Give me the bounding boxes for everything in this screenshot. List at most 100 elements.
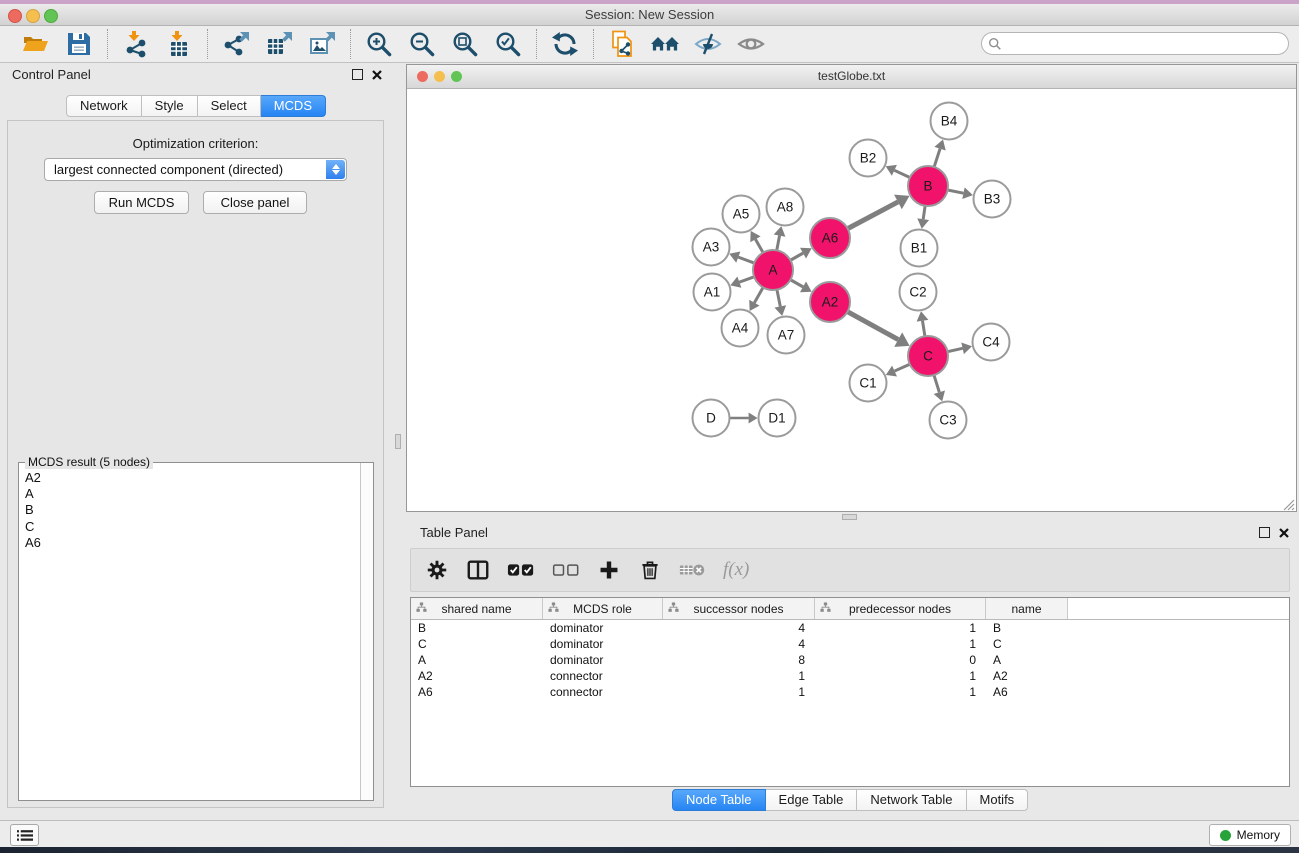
task-history-button[interactable] [10, 824, 39, 846]
table-cell: 0 [815, 653, 986, 667]
select-all-rows-button[interactable] [507, 557, 535, 583]
column-header-predecessor-nodes[interactable]: predecessor nodes [815, 598, 986, 619]
search-input[interactable] [1006, 35, 1282, 52]
zoom-out-button[interactable] [407, 29, 437, 59]
function-builder-button[interactable]: f(x) [723, 557, 749, 583]
zoom-in-button[interactable] [364, 29, 394, 59]
table-panel-header: Table Panel [398, 520, 1299, 546]
run-mcds-button[interactable]: Run MCDS [94, 191, 189, 214]
add-column-button[interactable] [597, 557, 621, 583]
graph-edge-A-A7 [777, 290, 780, 307]
graph-edge-C-C3 [934, 375, 939, 392]
table-row[interactable]: Adominator80A [411, 652, 1289, 668]
close-panel-button[interactable]: Close panel [203, 191, 307, 214]
graph-arrowhead [749, 413, 758, 424]
result-item[interactable]: A [25, 486, 361, 502]
graph-node-label: A8 [777, 200, 794, 215]
clone-network-button[interactable] [607, 29, 637, 59]
result-list-scrollbar[interactable] [360, 463, 373, 800]
save-button[interactable] [64, 29, 94, 59]
hide-graphics-details-button[interactable] [693, 29, 723, 59]
graph-edge-B-B1 [923, 206, 925, 219]
zoom-fit-button[interactable] [450, 29, 480, 59]
toggle-columns-button[interactable] [466, 557, 490, 583]
network-window-title: testGlobe.txt [407, 65, 1296, 88]
import-network-button[interactable] [121, 29, 151, 59]
main-toolbar [0, 26, 1299, 63]
close-panel-icon[interactable] [372, 70, 382, 80]
table-row[interactable]: A6connector11A6 [411, 684, 1289, 700]
header-filler [1068, 598, 1289, 619]
result-item[interactable]: C [25, 519, 361, 535]
tab-motifs[interactable]: Motifs [967, 789, 1029, 811]
graph-node-label: A4 [732, 321, 749, 336]
deselect-all-rows-button[interactable] [552, 557, 580, 583]
column-header-name[interactable]: name [986, 598, 1068, 619]
result-item[interactable]: A6 [25, 535, 361, 551]
settings-gear-button[interactable] [425, 557, 449, 583]
float-table-panel-icon[interactable] [1259, 527, 1270, 538]
memory-button[interactable]: Memory [1209, 824, 1291, 846]
tab-node-table[interactable]: Node Table [672, 789, 766, 811]
home-button[interactable] [650, 29, 680, 59]
table-cell: A6 [986, 685, 1068, 699]
result-item[interactable]: A2 [25, 470, 361, 486]
tab-edge-table[interactable]: Edge Table [766, 789, 858, 811]
mcds-panel: Optimization criterion: largest connecte… [7, 120, 384, 808]
result-item[interactable]: B [25, 502, 361, 518]
column-header-successor-nodes[interactable]: successor nodes [663, 598, 815, 619]
export-image-button[interactable] [307, 29, 337, 59]
graph-node-label: A5 [733, 207, 750, 222]
table-row[interactable]: A2connector11A2 [411, 668, 1289, 684]
column-header-MCDS-role[interactable]: MCDS role [543, 598, 663, 619]
desktop-edge-strip-bottom [0, 847, 1299, 853]
table-cell: 1 [663, 685, 815, 699]
refresh-button[interactable] [550, 29, 580, 59]
table-cell: connector [543, 685, 663, 699]
graph-edge-A-A8 [777, 236, 780, 251]
float-panel-icon[interactable] [352, 69, 363, 80]
graph-node-label: C2 [909, 285, 926, 300]
table-header-row: shared nameMCDS rolesuccessor nodesprede… [411, 598, 1289, 620]
close-table-panel-icon[interactable] [1279, 528, 1289, 538]
table-row[interactable]: Cdominator41C [411, 636, 1289, 652]
tab-style[interactable]: Style [142, 95, 198, 117]
graph-edge-A-A4 [754, 287, 763, 302]
network-graph-svg: B4B2B3A5A8A3B1A1C2A4A7C4C1C3DD1AA6A2BC [407, 89, 1296, 512]
open-folder-button[interactable] [21, 29, 51, 59]
graph-node-label: B [923, 179, 932, 194]
save-icon [65, 30, 93, 58]
show-graphics-details-button[interactable] [736, 29, 766, 59]
graph-node-label: D [706, 411, 716, 426]
memory-status-icon [1220, 830, 1231, 841]
network-canvas[interactable]: B4B2B3A5A8A3B1A1C2A4A7C4C1C3DD1AA6A2BC [407, 89, 1296, 512]
graph-node-label: A1 [704, 285, 721, 300]
column-header-shared-name[interactable]: shared name [411, 598, 543, 619]
graph-edge-C-C2 [922, 321, 924, 336]
tab-network[interactable]: Network [66, 95, 142, 117]
tab-select[interactable]: Select [198, 95, 261, 117]
delete-table-button[interactable] [679, 557, 706, 583]
export-table-button[interactable] [264, 29, 294, 59]
delete-columns-icon [639, 558, 661, 582]
tab-network-table[interactable]: Network Table [857, 789, 966, 811]
graph-node-label: A6 [822, 231, 839, 246]
table-row[interactable]: Bdominator41B [411, 620, 1289, 636]
zoom-selected-button[interactable] [493, 29, 523, 59]
import-table-button[interactable] [164, 29, 194, 59]
search-icon [988, 37, 1002, 51]
export-network-button[interactable] [221, 29, 251, 59]
attribute-icon [416, 602, 427, 616]
table-cell: 4 [663, 637, 815, 651]
criterion-dropdown[interactable]: largest connected component (directed) [44, 158, 347, 181]
graph-edge-C-C1 [895, 364, 910, 371]
export-image-icon [308, 30, 336, 58]
vertical-split-handle[interactable] [395, 434, 401, 449]
delete-columns-button[interactable] [638, 557, 662, 583]
search-box[interactable] [981, 32, 1289, 55]
tab-mcds[interactable]: MCDS [261, 95, 326, 117]
graph-node-label: A2 [822, 295, 839, 310]
resize-grip-icon[interactable] [1282, 498, 1295, 511]
add-column-icon [598, 558, 620, 582]
dropdown-stepper-icon[interactable] [326, 160, 345, 179]
